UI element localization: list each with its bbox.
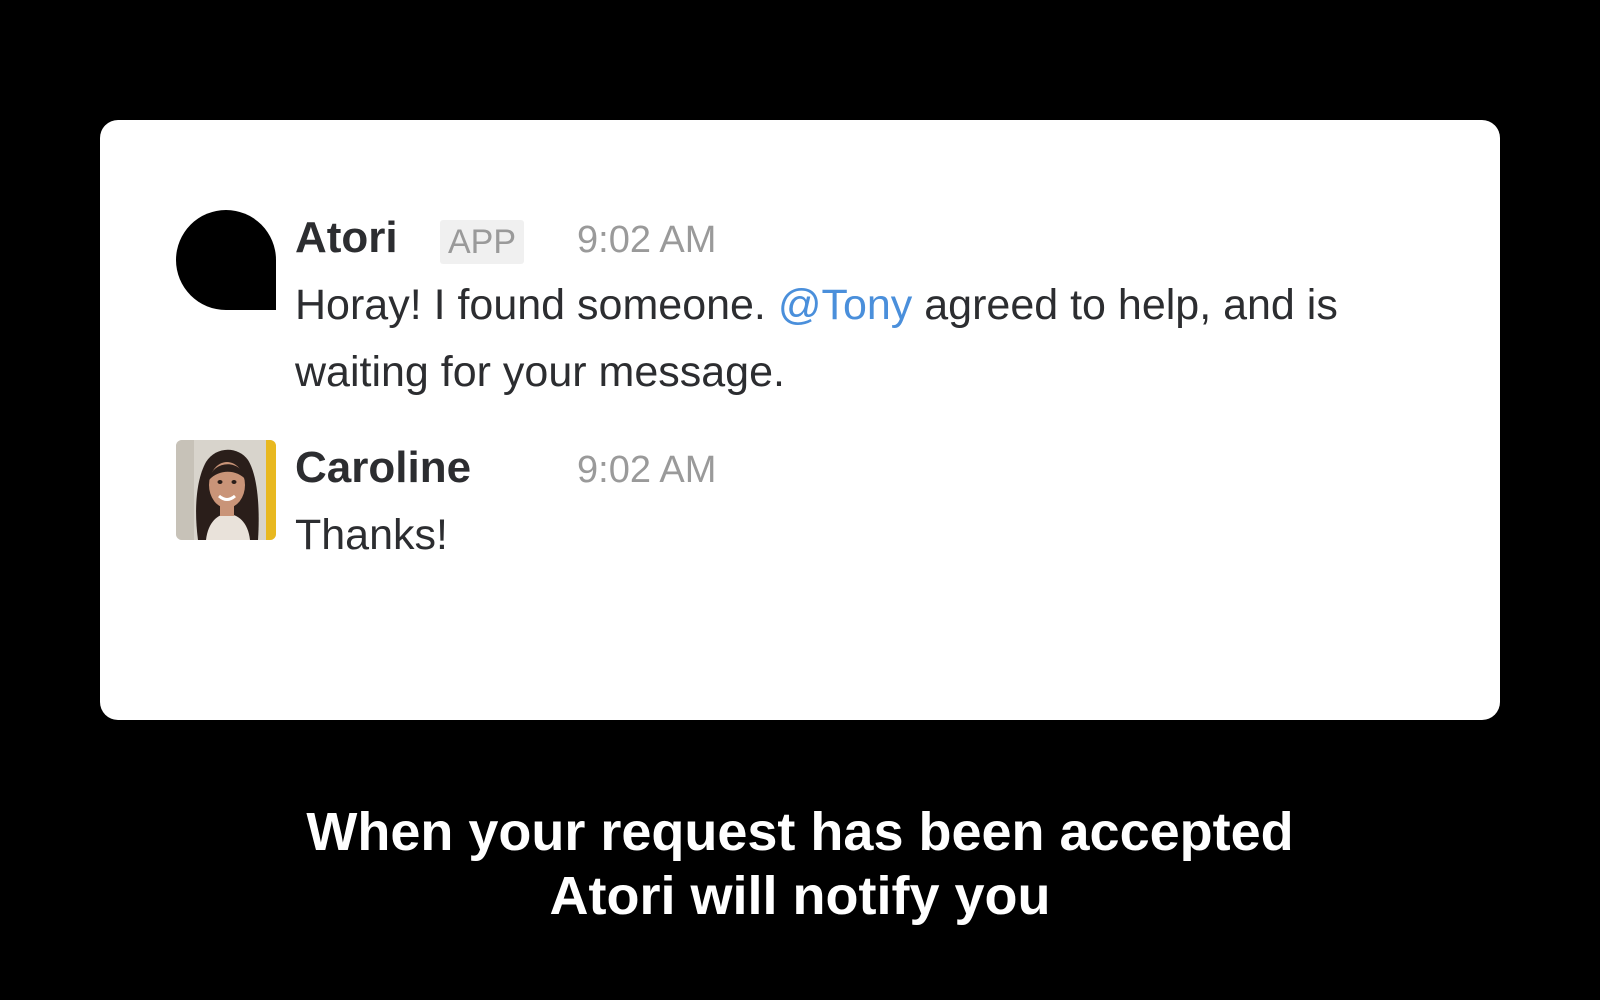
message-content: Caroline 9:02 AM Thanks! [295, 440, 1435, 569]
app-badge: APP [440, 220, 525, 264]
sender-name[interactable]: Caroline [295, 440, 471, 496]
message-text-before: Horay! I found someone. [295, 281, 778, 329]
caption-line-1: When your request has been accepted [306, 802, 1294, 862]
chat-card: Atori APP 9:02 AM Horay! I found someone… [100, 120, 1500, 720]
message-body: Thanks! [295, 511, 448, 559]
caption-line-2: Atori will notify you [549, 866, 1051, 926]
caption: When your request has been accepted Ator… [0, 800, 1600, 928]
user-mention-link[interactable]: @Tony [778, 281, 912, 329]
message-body: Horay! I found someone. @Tony agreed to … [295, 272, 1435, 406]
message-header: Atori APP 9:02 AM [295, 210, 1435, 266]
message-content: Atori APP 9:02 AM Horay! I found someone… [295, 210, 1435, 406]
stage: Atori APP 9:02 AM Horay! I found someone… [0, 0, 1600, 1000]
avatar[interactable] [176, 440, 276, 540]
message-header: Caroline 9:02 AM [295, 440, 1435, 496]
atori-logo-icon[interactable] [176, 210, 276, 310]
message-timestamp[interactable]: 9:02 AM [577, 212, 716, 268]
sender-name[interactable]: Atori [295, 210, 398, 266]
user-photo [176, 440, 276, 540]
message-timestamp[interactable]: 9:02 AM [577, 442, 716, 498]
